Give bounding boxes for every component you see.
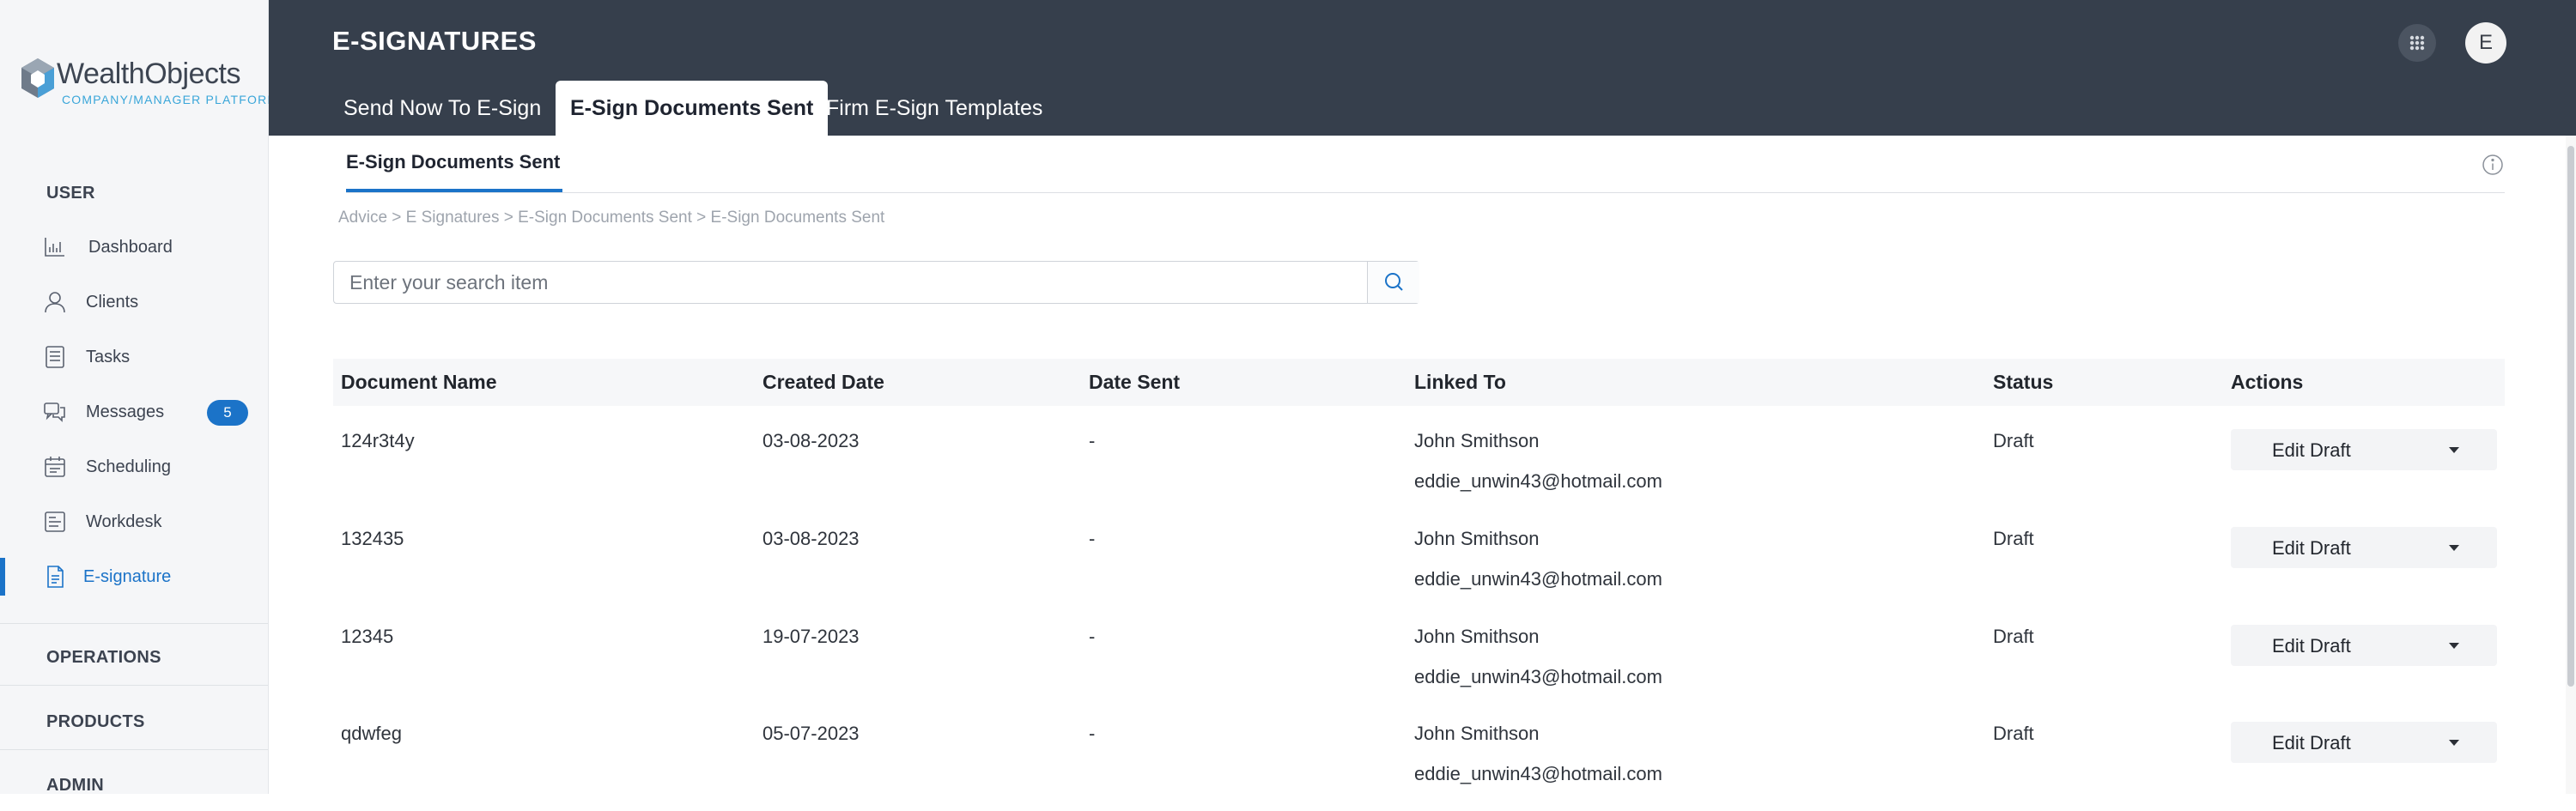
table-header: Document Name Created Date Date Sent Lin… — [333, 359, 2505, 406]
sidebar-divider — [0, 623, 268, 624]
edit-draft-label: Edit Draft — [2272, 635, 2351, 657]
document-icon — [47, 566, 64, 588]
chat-icon — [44, 402, 65, 422]
sidebar-item-label: Dashboard — [88, 238, 173, 257]
list-icon — [46, 346, 64, 368]
table-row: 12345 19-07-2023 - John Smithson eddie_u… — [333, 616, 2505, 714]
sidebar-item-messages[interactable]: Messages 5 — [0, 388, 268, 436]
document-name-cell: 124r3t4y — [341, 430, 415, 451]
sidebar-divider — [0, 685, 268, 686]
scrollbar-thumb[interactable] — [2567, 146, 2574, 687]
caret-down-icon — [2449, 447, 2459, 453]
created-date-cell: 03-08-2023 — [762, 528, 860, 549]
column-header-actions: Actions — [2231, 371, 2304, 393]
date-sent-cell: - — [1089, 723, 1096, 744]
linked-to-email-cell: eddie_unwin43@hotmail.com — [1414, 568, 1662, 590]
apps-grid-button[interactable] — [2398, 24, 2436, 62]
edit-draft-label: Edit Draft — [2272, 439, 2351, 461]
logo-name: WealthObjects — [57, 57, 240, 90]
linked-to-email-cell: eddie_unwin43@hotmail.com — [1414, 666, 1662, 687]
linked-to-name-cell: John Smithson — [1414, 430, 1540, 451]
edit-draft-label: Edit Draft — [2272, 732, 2351, 754]
edit-draft-dropdown-button[interactable]: Edit Draft — [2231, 527, 2497, 568]
caret-down-icon — [2449, 643, 2459, 649]
created-date-cell: 03-08-2023 — [762, 430, 860, 451]
breadcrumb: Advice > E Signatures > E-Sign Documents… — [338, 209, 885, 227]
tab-send-now-to-e-sign[interactable]: Send Now To E-Sign — [343, 81, 541, 136]
user-avatar[interactable]: E — [2465, 22, 2506, 64]
table-row: qdwfeg 05-07-2023 - John Smithson eddie_… — [333, 713, 2505, 811]
column-header-status[interactable]: Status — [1993, 371, 2053, 394]
edit-draft-dropdown-button[interactable]: Edit Draft — [2231, 625, 2497, 666]
edit-draft-label: Edit Draft — [2272, 537, 2351, 559]
status-cell: Draft — [1993, 528, 2034, 549]
column-header-date-sent[interactable]: Date Sent — [1089, 371, 1180, 394]
page-title: E-SIGNATURES — [332, 26, 537, 56]
sidebar-item-tasks[interactable]: Tasks — [0, 333, 268, 381]
caret-down-icon — [2449, 740, 2459, 746]
date-sent-cell: - — [1089, 528, 1096, 549]
top-header: E-SIGNATURES E Send Now To E-Sign E-Sign… — [269, 0, 2576, 136]
status-cell: Draft — [1993, 626, 2034, 647]
sidebar: WealthObjects COMPANY/MANAGER PLATFORM U… — [0, 0, 277, 796]
sidebar-section-operations[interactable]: OPERATIONS — [46, 648, 161, 668]
sidebar-item-label: Messages — [86, 402, 165, 421]
linked-to-name-cell: John Smithson — [1414, 626, 1540, 647]
edit-draft-dropdown-button[interactable]: Edit Draft — [2231, 429, 2497, 470]
date-sent-cell: - — [1089, 430, 1096, 451]
document-name-cell: qdwfeg — [341, 723, 402, 744]
linked-to-email-cell: eddie_unwin43@hotmail.com — [1414, 470, 1662, 492]
hexagon-logo-icon — [21, 58, 54, 98]
document-name-cell: 132435 — [341, 528, 404, 549]
sidebar-section-admin[interactable]: ADMIN — [46, 776, 104, 796]
search-button[interactable] — [1367, 262, 1419, 303]
search-input[interactable] — [334, 262, 1367, 303]
bar-chart-icon — [45, 238, 64, 257]
table-row: 132435 03-08-2023 - John Smithson eddie_… — [333, 518, 2505, 616]
sidebar-item-label: Scheduling — [86, 457, 171, 476]
info-icon[interactable] — [2482, 154, 2504, 176]
tab-firm-e-sign-templates[interactable]: Firm E-Sign Templates — [826, 81, 1042, 136]
sidebar-item-scheduling[interactable]: Scheduling — [0, 443, 268, 491]
tab-e-sign-documents-sent[interactable]: E-Sign Documents Sent — [556, 81, 829, 136]
sidebar-item-workdesk[interactable]: Workdesk — [0, 498, 268, 546]
logo-tagline: COMPANY/MANAGER PLATFORM — [62, 93, 279, 106]
subtab-e-sign-documents-sent[interactable]: E-Sign Documents Sent — [346, 151, 560, 173]
table-row: 124r3t4y 03-08-2023 - John Smithson eddi… — [333, 421, 2505, 518]
messages-count-badge: 5 — [207, 400, 248, 426]
sidebar-item-label: Tasks — [86, 348, 131, 366]
workdesk-icon — [45, 511, 65, 532]
search-bar — [333, 261, 1419, 304]
created-date-cell: 05-07-2023 — [762, 723, 860, 744]
document-name-cell: 12345 — [341, 626, 394, 647]
sidebar-section-user: USER — [46, 184, 95, 203]
person-icon — [45, 292, 65, 313]
created-date-cell: 19-07-2023 — [762, 626, 860, 647]
status-cell: Draft — [1993, 430, 2034, 451]
column-header-document-name[interactable]: Document Name — [341, 371, 496, 394]
linked-to-name-cell: John Smithson — [1414, 723, 1540, 744]
subtab-divider — [346, 192, 2505, 193]
edit-draft-dropdown-button[interactable]: Edit Draft — [2231, 722, 2497, 763]
sidebar-item-clients[interactable]: Clients — [0, 278, 268, 326]
linked-to-email-cell: eddie_unwin43@hotmail.com — [1414, 763, 1662, 784]
company-logo[interactable]: WealthObjects COMPANY/MANAGER PLATFORM — [19, 55, 277, 112]
sidebar-item-label: E-signature — [83, 567, 172, 586]
linked-to-name-cell: John Smithson — [1414, 528, 1540, 549]
search-icon — [1385, 273, 1403, 291]
caret-down-icon — [2449, 545, 2459, 551]
apps-grid-icon — [2409, 35, 2425, 51]
status-cell: Draft — [1993, 723, 2034, 744]
column-header-linked-to[interactable]: Linked To — [1414, 371, 1506, 394]
sidebar-item-label: Clients — [86, 293, 139, 312]
date-sent-cell: - — [1089, 626, 1096, 647]
column-header-created-date[interactable]: Created Date — [762, 371, 884, 394]
sidebar-section-products[interactable]: PRODUCTS — [46, 712, 145, 732]
calendar-icon — [45, 457, 65, 477]
sidebar-item-label: Workdesk — [86, 512, 162, 531]
sidebar-item-e-signature[interactable]: E-signature — [0, 553, 268, 601]
sidebar-divider — [0, 749, 268, 750]
sidebar-item-dashboard[interactable]: Dashboard — [0, 223, 268, 271]
